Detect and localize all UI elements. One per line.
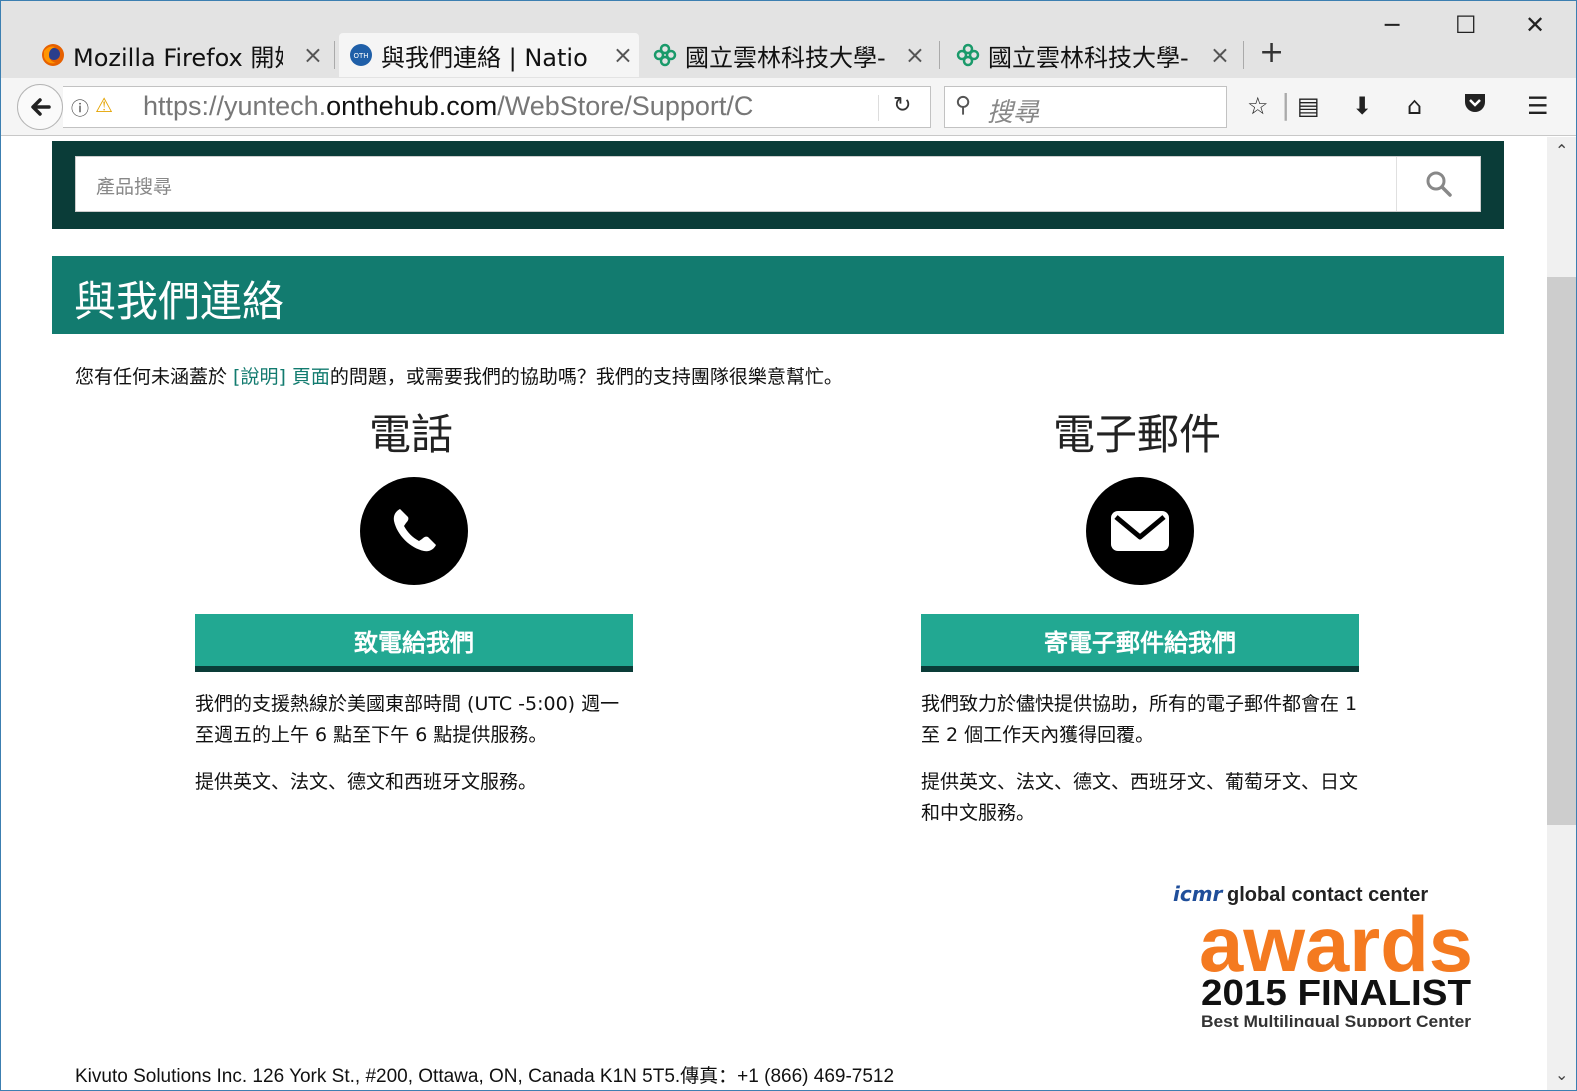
tab-separator [334, 41, 335, 69]
scrollbar-thumb[interactable] [1547, 277, 1576, 825]
product-search-input[interactable]: 產品搜尋 [75, 156, 1481, 212]
tab-separator [939, 41, 940, 69]
browser-search-bar[interactable]: ⚲ 搜尋 [944, 86, 1227, 128]
onthehub-icon: OTH [349, 43, 373, 67]
contact-header: 與我們連絡 [52, 256, 1504, 334]
vertical-scrollbar[interactable]: ⌃ ⌄ [1547, 137, 1576, 1090]
call-us-button[interactable]: 致電給我們 [195, 614, 633, 672]
envelope-icon [1086, 477, 1194, 585]
new-tab-button[interactable]: + [1259, 35, 1284, 70]
intro-text: 您有任何未涵蓋於 [說明] 頁面的問題，或需要我們的協助嗎？我們的支持團隊很樂意… [75, 366, 843, 388]
menu-icon[interactable]: ☰ [1527, 92, 1549, 120]
download-icon[interactable]: ⬇ [1352, 92, 1372, 120]
url-divider [878, 95, 879, 121]
tab-firefox-start[interactable]: Mozilla Firefox 開始 × [41, 33, 329, 77]
email-title: 電子郵件 [1053, 410, 1222, 459]
tab-title: 與我們連絡 | Natio [381, 43, 588, 72]
tab-separator [1243, 41, 1244, 69]
browser-window: Mozilla Firefox 開始 × OTH 與我們連絡 | Natio ×… [0, 0, 1577, 1091]
tab-title: 國立雲林科技大學- [988, 43, 1189, 72]
tab-yuntech-1[interactable]: 國立雲林科技大學- × [653, 33, 931, 77]
bookmark-star-icon[interactable]: ☆ [1247, 92, 1269, 120]
back-arrow-icon [31, 98, 51, 116]
close-tab-icon[interactable]: × [905, 41, 925, 69]
product-search-placeholder: 產品搜尋 [96, 176, 173, 198]
toolbar-separator: | [1281, 88, 1291, 121]
yuntech-icon [653, 43, 677, 67]
tab-bar: Mozilla Firefox 開始 × OTH 與我們連絡 | Natio ×… [1, 1, 1576, 78]
svg-text:2015 FINALIST: 2015 FINALIST [1201, 972, 1471, 1013]
email-us-button[interactable]: 寄電子郵件給我們 [921, 614, 1359, 672]
pocket-icon[interactable] [1463, 92, 1487, 120]
help-page-link[interactable]: [說明] 頁面 [233, 366, 330, 388]
firefox-icon [41, 43, 65, 67]
maximize-button[interactable]: ☐ [1455, 11, 1477, 39]
scroll-up-icon[interactable]: ⌃ [1555, 141, 1568, 160]
url-bar[interactable]: ⓘ ⚠ https://yuntech.onthehub.com/WebStor… [63, 86, 931, 128]
minimize-button[interactable]: ─ [1385, 11, 1399, 39]
home-icon[interactable]: ⌂ [1407, 92, 1422, 120]
email-languages: 提供英文、法文、德文、西班牙文、葡萄牙文、日文和中文服務。 [921, 771, 1359, 824]
search-icon: ⚲ [955, 93, 972, 118]
search-placeholder: 搜尋 [987, 98, 1040, 128]
product-search-band: 產品搜尋 [52, 141, 1504, 229]
tab-yuntech-2[interactable]: 國立雲林科技大學- × [956, 33, 1236, 77]
page-title: 與我們連絡 [74, 277, 285, 326]
tab-title: Mozilla Firefox 開始 [73, 43, 283, 72]
phone-icon [360, 477, 468, 585]
product-search-button[interactable] [1396, 157, 1480, 211]
info-icon[interactable]: ⓘ [71, 95, 89, 121]
close-window-button[interactable]: ✕ [1525, 11, 1545, 39]
reading-list-icon[interactable]: ▤ [1297, 92, 1320, 120]
back-button[interactable] [17, 84, 63, 130]
close-tab-icon[interactable]: × [613, 41, 633, 69]
phone-title: 電話 [369, 410, 454, 459]
yuntech-icon [956, 43, 980, 67]
svg-text:Best Multilingual Support Cent: Best Multilingual Support Center [1201, 1012, 1471, 1027]
tab-title: 國立雲林科技大學- [685, 43, 886, 72]
search-icon [1426, 171, 1452, 197]
reload-icon[interactable]: ↻ [893, 93, 911, 118]
page-viewport: 產品搜尋 與我們連絡 您有任何未涵蓋於 [說明] 頁面的問題，或需要我們的協助嗎… [1, 137, 1547, 1090]
phone-description: 我們的支援熱線於美國東部時間 (UTC -5:00) 週一至週五的上午 6 點至… [195, 693, 620, 746]
close-tab-icon[interactable]: × [1210, 41, 1230, 69]
scroll-down-icon[interactable]: ⌄ [1555, 1065, 1568, 1084]
phone-languages: 提供英文、法文、德文和西班牙文服務。 [195, 771, 538, 793]
tab-contact-us[interactable]: OTH 與我們連絡 | Natio × [339, 33, 639, 77]
url-text[interactable]: https://yuntech.onthehub.com/WebStore/Su… [143, 91, 843, 122]
warning-lock-icon[interactable]: ⚠ [95, 93, 113, 117]
navigation-bar: ⓘ ⚠ https://yuntech.onthehub.com/WebStor… [1, 78, 1576, 136]
footer-address: Kivuto Solutions Inc. 126 York St., #200… [75, 1066, 895, 1087]
icmr-award-badge: icmr global contact center awards 2015 F… [1169, 877, 1479, 1031]
svg-text:OTH: OTH [353, 52, 368, 60]
email-description: 我們致力於儘快提供協助，所有的電子郵件都會在 1 至 2 個工作天內獲得回覆。 [921, 693, 1358, 746]
close-tab-icon[interactable]: × [303, 41, 323, 69]
